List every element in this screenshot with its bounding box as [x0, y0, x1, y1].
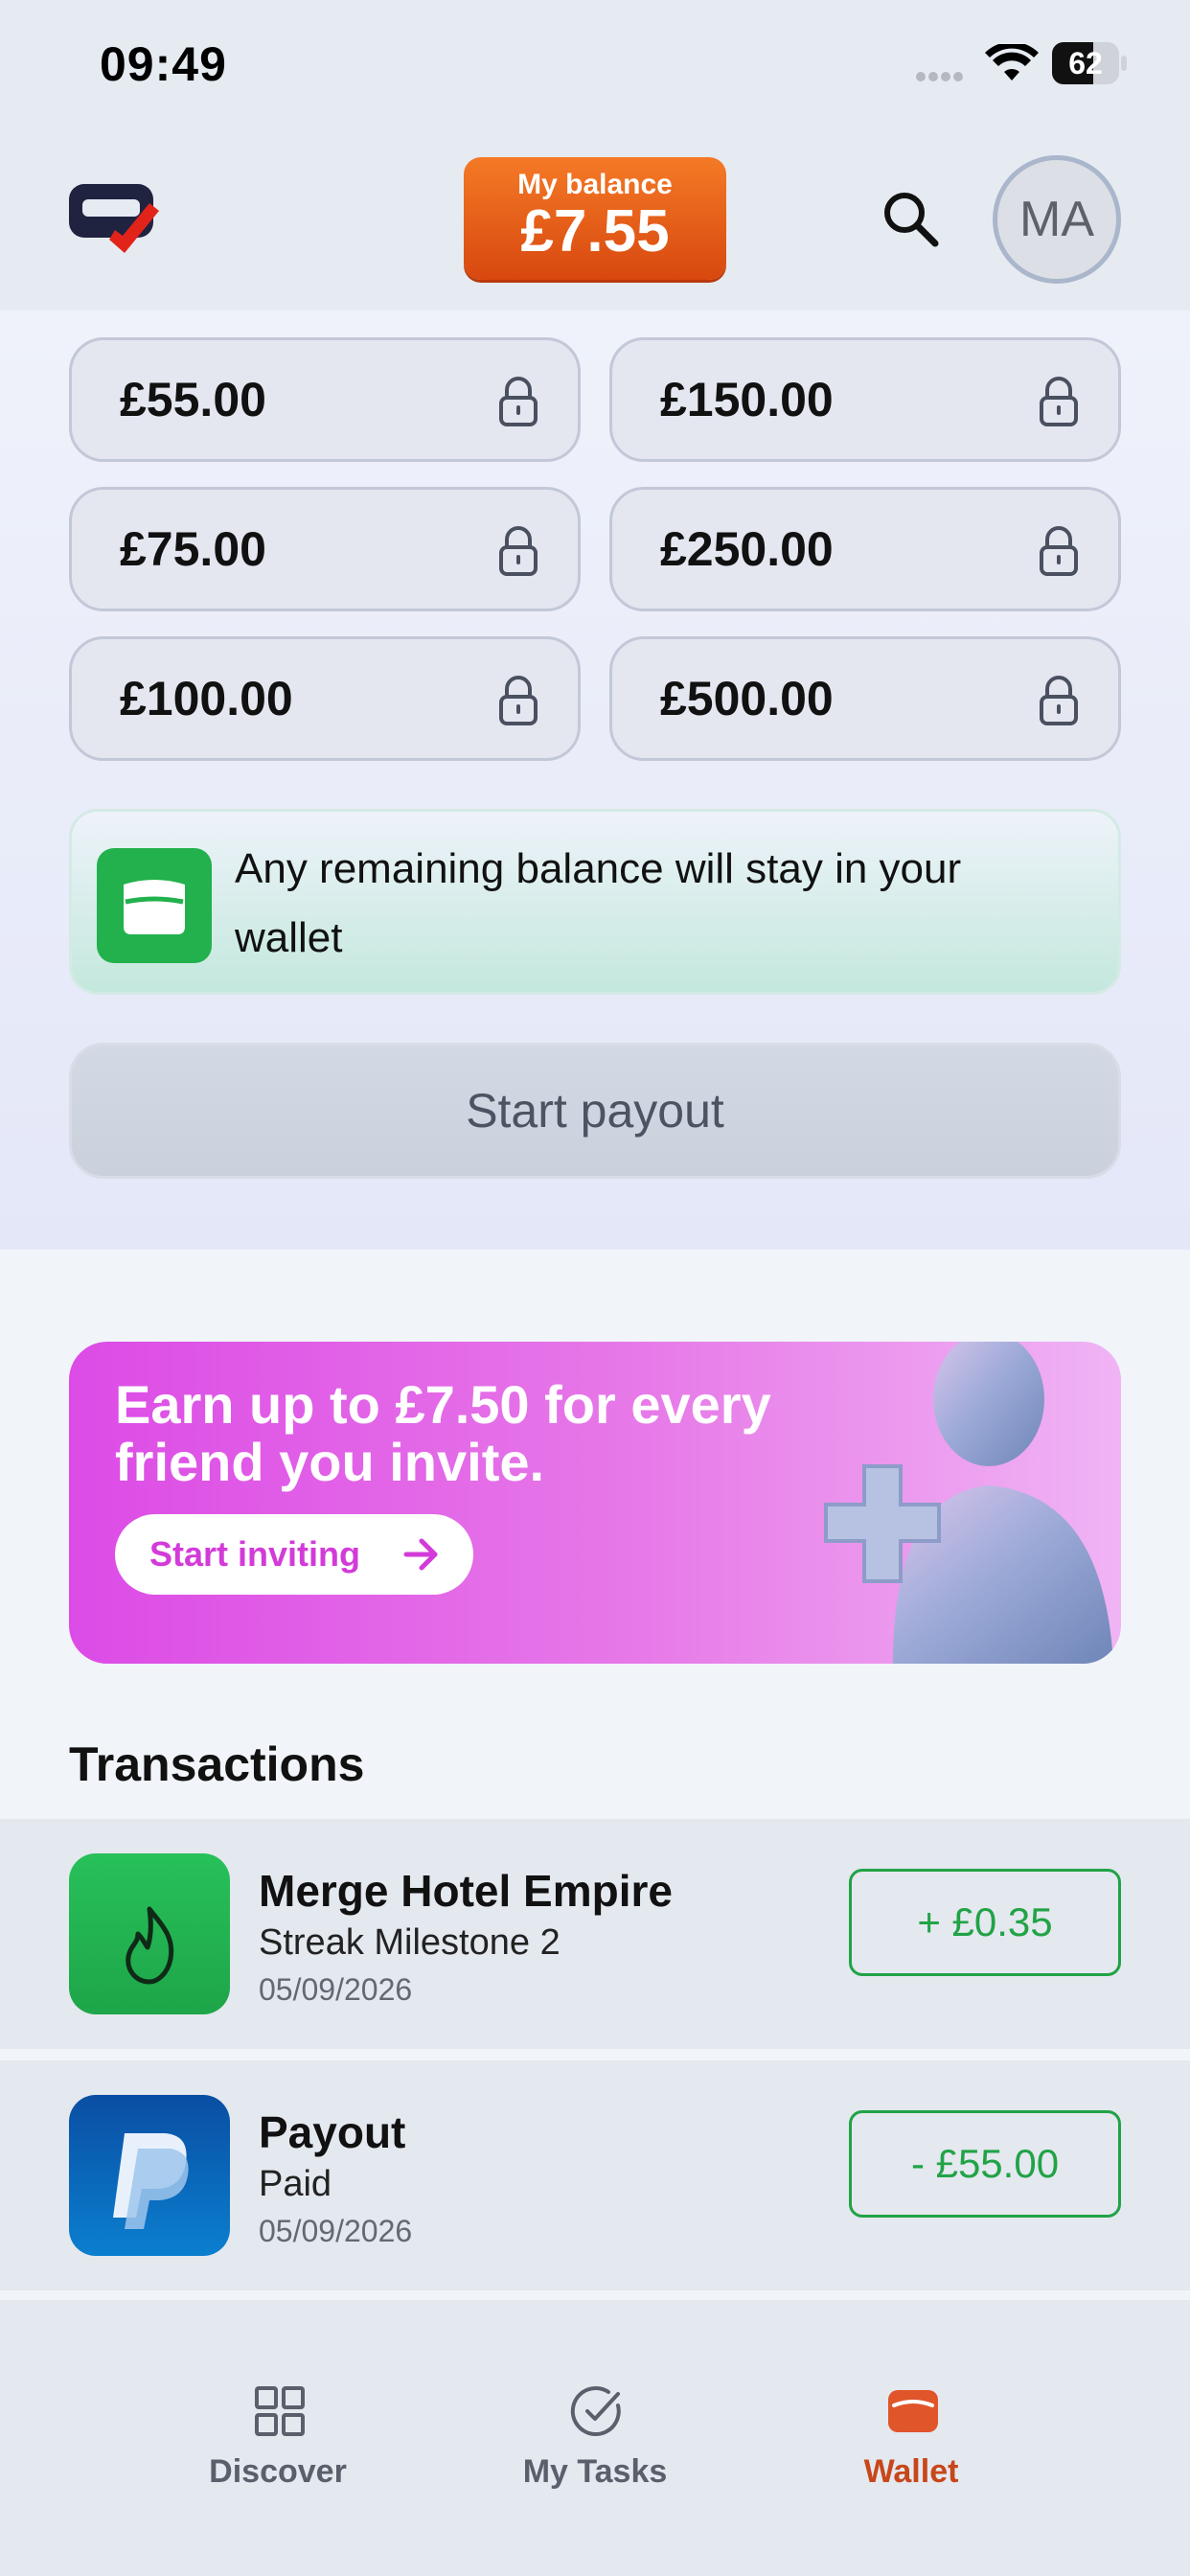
check-circle-icon [570, 2386, 621, 2437]
transaction-subtitle: Streak Milestone 2 [259, 1922, 561, 1963]
cellular-signal-icon [916, 69, 973, 82]
nav-label: Discover [209, 2453, 347, 2490]
nav-label: My Tasks [522, 2453, 668, 2490]
transaction-date: 05/09/2026 [259, 2214, 413, 2248]
transaction-amount: + £0.35 [849, 1869, 1121, 1976]
payout-amount-button[interactable]: £55.00 [69, 337, 581, 462]
payout-amount-label: £150.00 [660, 373, 834, 426]
wallet-icon [888, 2390, 938, 2432]
wallet-info-text: Any remaining balance will stay in your … [235, 845, 962, 961]
add-friend-icon [824, 1342, 1113, 1664]
balance-label: My balance [517, 169, 673, 200]
battery-indicator: 62 [1052, 42, 1127, 84]
start-inviting-label: Start inviting [149, 1534, 361, 1574]
payout-amount-label: £55.00 [120, 373, 266, 426]
invite-banner[interactable]: Earn up to £7.50 for every friend you in… [69, 1342, 1121, 1664]
arrow-right-icon [403, 1538, 438, 1571]
payout-amount-button[interactable]: £75.00 [69, 487, 581, 611]
wallet-icon [97, 848, 212, 963]
app-logo [69, 184, 159, 253]
bottom-nav: Discover My Tasks Wallet [0, 2300, 1190, 2576]
transaction-title: Merge Hotel Empire [259, 1866, 673, 1916]
payout-amount-label: £250.00 [660, 522, 834, 576]
lock-icon [499, 526, 538, 576]
battery-level: 62 [1068, 46, 1103, 80]
search-icon[interactable] [878, 186, 945, 253]
status-time: 09:49 [100, 37, 227, 91]
payout-amount-button[interactable]: £150.00 [609, 337, 1121, 462]
nav-item-my-tasks[interactable]: My Tasks [480, 2384, 710, 2499]
lock-icon [1040, 676, 1078, 725]
nav-item-discover[interactable]: Discover [163, 2384, 393, 2499]
transaction-amount: - £55.00 [849, 2110, 1121, 2218]
lock-icon [499, 377, 538, 426]
balance-badge[interactable]: My balance £7.55 [464, 157, 726, 280]
wifi-icon [985, 44, 1039, 80]
start-payout-button[interactable]: Start payout [69, 1043, 1121, 1179]
payout-panel: £55.00 £150.00 £75.00 £250.00 £100.00 £5… [0, 310, 1190, 1250]
start-inviting-button[interactable]: Start inviting [115, 1514, 473, 1595]
transaction-row[interactable]: Merge Hotel Empire Streak Milestone 2 05… [0, 1819, 1190, 2049]
wallet-info-box: Any remaining balance will stay in your … [69, 809, 1121, 995]
status-bar: 09:49 62 [0, 0, 1190, 134]
payout-amount-label: £100.00 [120, 672, 293, 725]
transaction-title: Payout [259, 2107, 406, 2157]
app-header: My balance £7.55 MA [0, 134, 1190, 310]
payout-amount-button[interactable]: £250.00 [609, 487, 1121, 611]
payout-amount-label: £75.00 [120, 522, 266, 576]
avatar[interactable]: MA [993, 155, 1121, 284]
payout-amount-button[interactable]: £500.00 [609, 636, 1121, 761]
nav-item-wallet[interactable]: Wallet [796, 2384, 1026, 2499]
nav-label: Wallet [863, 2453, 959, 2490]
transaction-subtitle: Paid [259, 2164, 332, 2204]
payout-amount-button[interactable]: £100.00 [69, 636, 581, 761]
paypal-icon [69, 2095, 230, 2256]
lock-icon [1040, 377, 1078, 426]
lock-icon [1040, 526, 1078, 576]
balance-amount: £7.55 [520, 198, 670, 264]
payout-amount-label: £500.00 [660, 672, 834, 725]
transaction-date: 05/09/2026 [259, 1972, 413, 2007]
flame-icon [69, 1853, 230, 2014]
invite-title: Earn up to £7.50 for every friend you in… [115, 1374, 771, 1492]
grid-icon [255, 2386, 305, 2436]
lock-icon [499, 676, 538, 725]
transaction-row[interactable]: Payout Paid 05/09/2026 - £55.00 [0, 2060, 1190, 2290]
transactions-heading: Transactions [69, 1737, 365, 1791]
